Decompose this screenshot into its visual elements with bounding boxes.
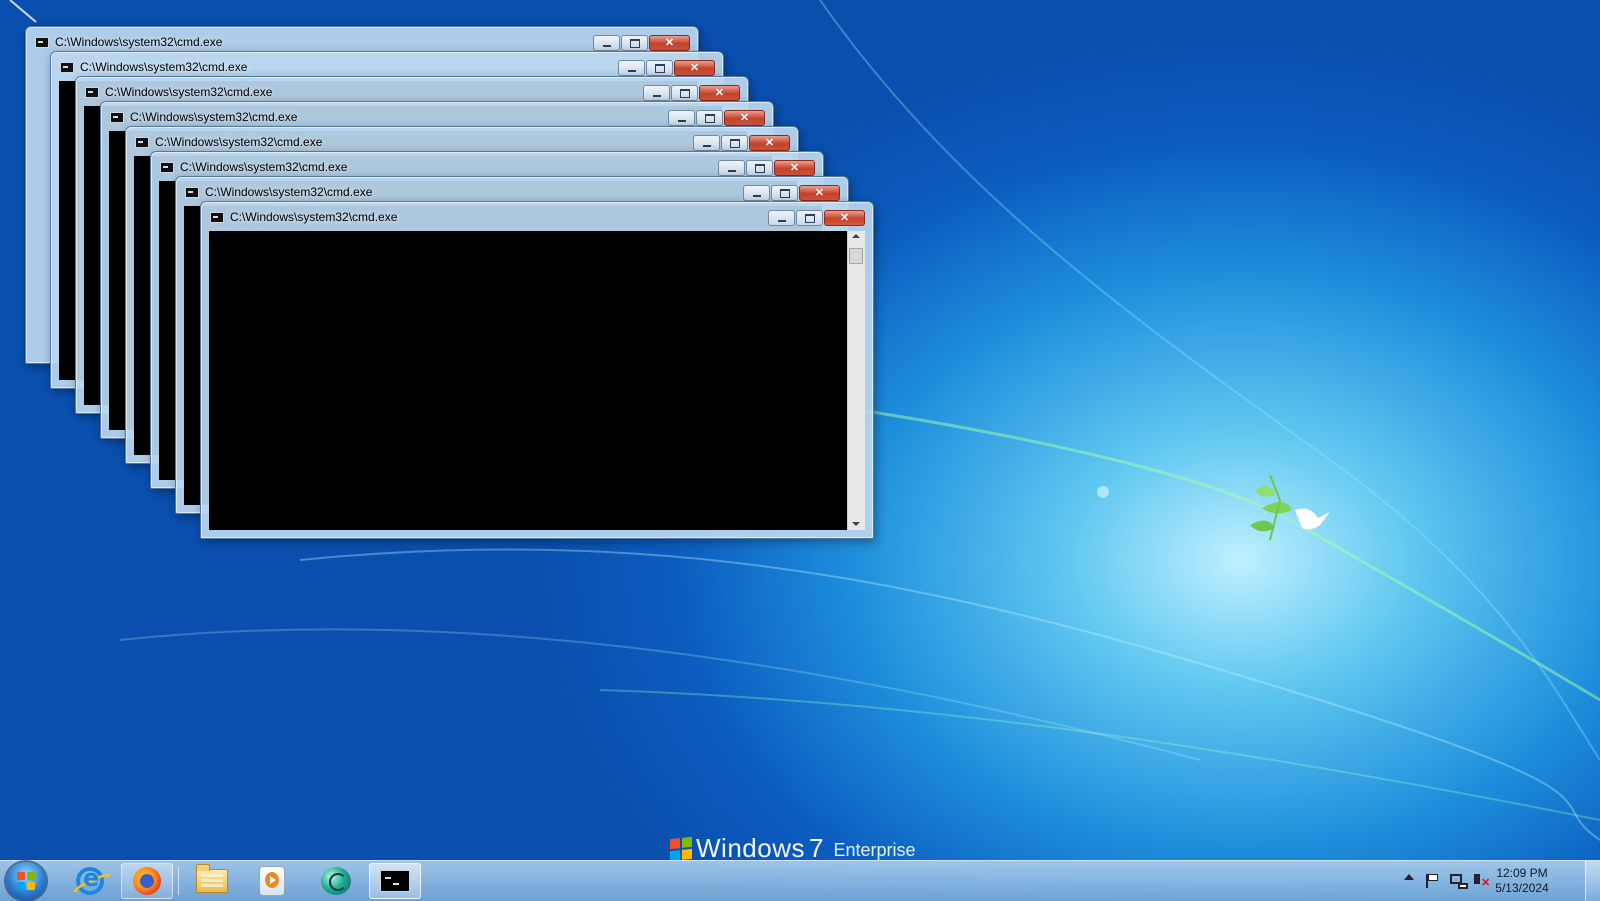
taskbar-command-prompt[interactable] xyxy=(369,863,421,899)
show-desktop-button[interactable] xyxy=(1585,861,1600,901)
cmd-icon xyxy=(210,212,224,223)
scroll-thumb[interactable] xyxy=(849,248,863,264)
close-button[interactable] xyxy=(799,185,840,201)
window-title: C:\Windows\system32\cmd.exe xyxy=(105,85,273,99)
cmd-icon xyxy=(135,137,149,148)
window-title: C:\Windows\system32\cmd.exe xyxy=(230,210,398,224)
windows-logo-icon xyxy=(17,872,35,890)
window-titlebar[interactable]: C:\Windows\system32\cmd.exe xyxy=(51,52,723,78)
cmd-icon xyxy=(185,187,199,198)
cmd-icon xyxy=(160,162,174,173)
maximize-button[interactable] xyxy=(621,35,648,51)
taskbar-firefox[interactable] xyxy=(121,863,173,899)
maximize-button[interactable] xyxy=(646,60,673,76)
window-title: C:\Windows\system32\cmd.exe xyxy=(155,135,323,149)
scroll-down-icon[interactable] xyxy=(852,522,860,526)
maximize-button[interactable] xyxy=(721,135,748,151)
start-button[interactable] xyxy=(6,862,46,900)
window-title: C:\Windows\system32\cmd.exe xyxy=(180,160,348,174)
green-orb-icon xyxy=(321,867,351,895)
branding-edition: Enterprise xyxy=(833,840,916,860)
minimize-button[interactable] xyxy=(618,60,645,76)
clock[interactable]: 12:09 PM 5/13/2024 xyxy=(1494,866,1550,896)
minimize-button[interactable] xyxy=(593,35,620,51)
firefox-icon xyxy=(133,867,161,895)
close-button[interactable] xyxy=(724,110,765,126)
window-titlebar[interactable]: C:\Windows\system32\cmd.exe xyxy=(201,202,873,228)
minimize-button[interactable] xyxy=(643,85,670,101)
cmd-icon xyxy=(380,870,410,892)
window-title: C:\Windows\system32\cmd.exe xyxy=(80,60,248,74)
taskbar-internet-explorer[interactable] xyxy=(64,863,116,899)
cmd-icon xyxy=(60,62,74,73)
network-icon[interactable] xyxy=(1450,874,1468,889)
taskbar-media-player[interactable] xyxy=(246,863,298,899)
window-titlebar[interactable]: C:\Windows\system32\cmd.exe xyxy=(126,127,798,153)
window-title: C:\Windows\system32\cmd.exe xyxy=(205,185,373,199)
minimize-button[interactable] xyxy=(743,185,770,201)
windows-logo-icon xyxy=(670,836,692,860)
window-title: C:\Windows\system32\cmd.exe xyxy=(55,35,223,49)
close-button[interactable] xyxy=(824,210,865,226)
console-area[interactable] xyxy=(209,231,865,530)
windows-7-branding: Windows 7 Enterprise xyxy=(670,833,916,860)
desktop: Windows 7 Enterprise C:\Windows\system32… xyxy=(0,0,1600,860)
media-player-icon xyxy=(259,866,285,896)
folder-icon xyxy=(196,864,228,893)
window-titlebar[interactable]: C:\Windows\system32\cmd.exe xyxy=(151,152,823,178)
taskbar-separator xyxy=(178,867,179,895)
taskbar: 12:09 PM 5/13/2024 xyxy=(0,860,1600,901)
window-titlebar[interactable]: C:\Windows\system32\cmd.exe xyxy=(26,27,698,53)
maximize-button[interactable] xyxy=(796,210,823,226)
show-hidden-icons-arrow[interactable] xyxy=(1404,874,1414,880)
window-titlebar[interactable]: C:\Windows\system32\cmd.exe xyxy=(101,102,773,128)
minimize-button[interactable] xyxy=(718,160,745,176)
close-button[interactable] xyxy=(674,60,715,76)
leaf-and-bird-icon xyxy=(1250,474,1330,541)
minimize-button[interactable] xyxy=(668,110,695,126)
close-button[interactable] xyxy=(749,135,790,151)
minimize-button[interactable] xyxy=(693,135,720,151)
system-tray: 12:09 PM 5/13/2024 xyxy=(1400,861,1550,901)
branding-version: 7 xyxy=(808,833,824,860)
maximize-button[interactable] xyxy=(671,85,698,101)
action-center-flag-icon[interactable] xyxy=(1426,874,1438,888)
cmd-icon xyxy=(35,37,49,48)
window-titlebar[interactable]: C:\Windows\system32\cmd.exe xyxy=(176,177,848,203)
cmd-icon xyxy=(85,87,99,98)
clock-date: 5/13/2024 xyxy=(1495,881,1549,895)
maximize-button[interactable] xyxy=(746,160,773,176)
branding-name: Windows xyxy=(696,833,805,860)
scroll-up-icon[interactable] xyxy=(852,234,860,238)
taskbar-windows-explorer[interactable] xyxy=(186,863,238,899)
cmd-window-8[interactable]: C:\Windows\system32\cmd.exe xyxy=(200,201,874,539)
window-titlebar[interactable]: C:\Windows\system32\cmd.exe xyxy=(76,77,748,103)
maximize-button[interactable] xyxy=(771,185,798,201)
vertical-scrollbar[interactable] xyxy=(847,231,865,530)
close-button[interactable] xyxy=(649,35,690,51)
internet-explorer-icon xyxy=(76,864,104,895)
clock-time: 12:09 PM xyxy=(1496,866,1548,880)
maximize-button[interactable] xyxy=(696,110,723,126)
taskbar-green-orb-app[interactable] xyxy=(310,863,362,899)
volume-muted-icon[interactable] xyxy=(1474,874,1490,889)
close-button[interactable] xyxy=(774,160,815,176)
minimize-button[interactable] xyxy=(768,210,795,226)
cmd-icon xyxy=(110,112,124,123)
close-button[interactable] xyxy=(699,85,740,101)
window-title: C:\Windows\system32\cmd.exe xyxy=(130,110,298,124)
